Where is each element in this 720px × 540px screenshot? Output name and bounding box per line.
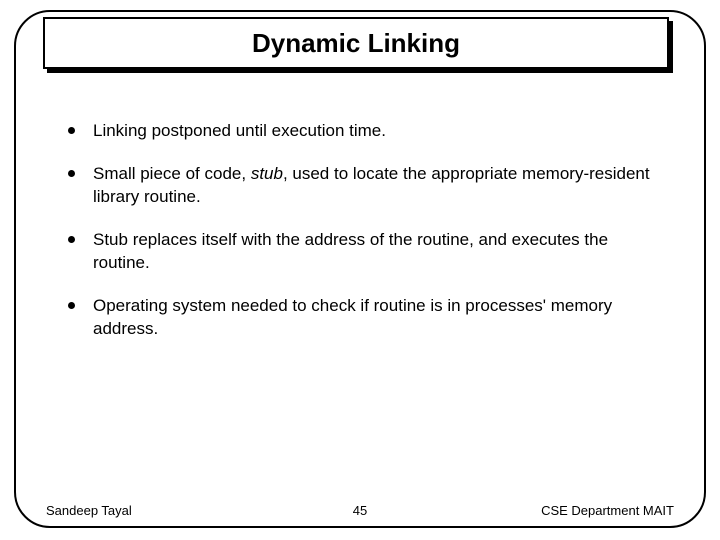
bullet-item: Linking postponed until execution time. — [68, 120, 658, 143]
bullet-text: Small piece of code, stub, used to locat… — [93, 163, 658, 209]
bullet-item: Stub replaces itself with the address of… — [68, 229, 658, 275]
bullet-text: Stub replaces itself with the address of… — [93, 229, 658, 275]
slide: Dynamic Linking Linking postponed until … — [0, 0, 720, 540]
slide-title: Dynamic Linking — [252, 28, 460, 59]
footer-author: Sandeep Tayal — [46, 503, 132, 518]
title-box: Dynamic Linking — [43, 17, 669, 69]
bullet-text: Operating system needed to check if rout… — [93, 295, 658, 341]
bullet-icon — [68, 236, 75, 243]
footer-department: CSE Department MAIT — [541, 503, 674, 518]
bullet-icon — [68, 170, 75, 177]
bullet-icon — [68, 127, 75, 134]
bullet-item: Operating system needed to check if rout… — [68, 295, 658, 341]
bullet-pre: Small piece of code, — [93, 164, 251, 183]
bullet-text: Linking postponed until execution time. — [93, 120, 386, 143]
footer-page-number: 45 — [353, 503, 367, 518]
bullet-em: stub — [251, 164, 283, 183]
content-area: Linking postponed until execution time. … — [68, 120, 658, 361]
footer: Sandeep Tayal 45 CSE Department MAIT — [46, 503, 674, 518]
bullet-icon — [68, 302, 75, 309]
bullet-item: Small piece of code, stub, used to locat… — [68, 163, 658, 209]
